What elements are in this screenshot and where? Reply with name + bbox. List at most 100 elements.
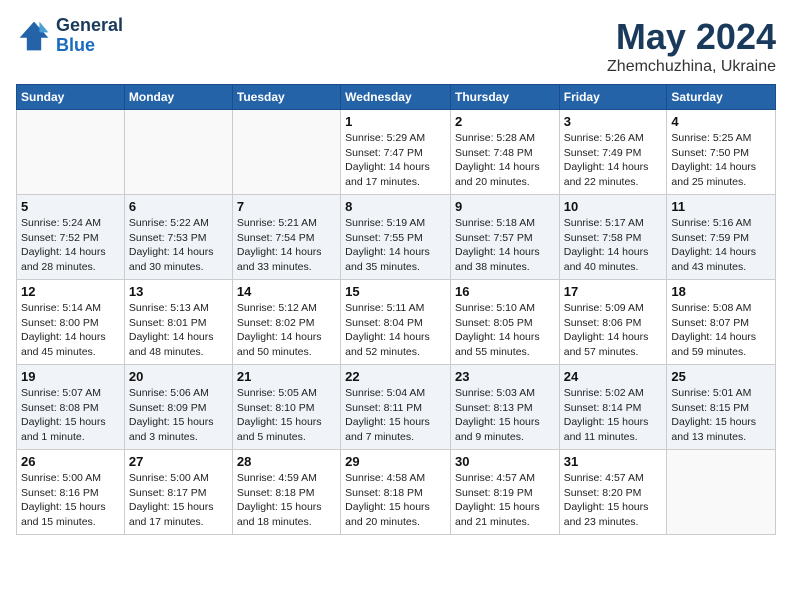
- calendar-cell: [124, 110, 232, 195]
- day-info: Sunrise: 5:00 AMSunset: 8:16 PMDaylight:…: [21, 471, 120, 530]
- calendar-week-row: 19 Sunrise: 5:07 AMSunset: 8:08 PMDayligh…: [17, 365, 776, 450]
- day-info: Sunrise: 5:00 AMSunset: 8:17 PMDaylight:…: [129, 471, 228, 530]
- weekday-header: Wednesday: [341, 85, 451, 110]
- day-info: Sunrise: 5:22 AMSunset: 7:53 PMDaylight:…: [129, 216, 228, 275]
- calendar-cell: 14 Sunrise: 5:12 AMSunset: 8:02 PMDayligh…: [232, 280, 340, 365]
- calendar-cell: 17Sunrise: 5:09 AMSunset: 8:06 PMDayligh…: [559, 280, 667, 365]
- day-number: 30: [455, 454, 555, 469]
- day-number: 28: [237, 454, 336, 469]
- weekday-header: Sunday: [17, 85, 125, 110]
- day-info: Sunrise: 5:19 AMSunset: 7:55 PMDaylight:…: [345, 216, 446, 275]
- calendar-cell: 23 Sunrise: 5:03 AMSunset: 8:13 PMDayligh…: [450, 365, 559, 450]
- calendar-cell: 31Sunrise: 4:57 AMSunset: 8:20 PMDayligh…: [559, 450, 667, 535]
- day-number: 9: [455, 199, 555, 214]
- calendar-cell: 19 Sunrise: 5:07 AMSunset: 8:08 PMDayligh…: [17, 365, 125, 450]
- day-number: 29: [345, 454, 446, 469]
- day-number: 6: [129, 199, 228, 214]
- calendar-cell: 18 Sunrise: 5:08 AMSunset: 8:07 PMDayligh…: [667, 280, 776, 365]
- calendar-cell: 8 Sunrise: 5:19 AMSunset: 7:55 PMDaylight…: [341, 195, 451, 280]
- day-info: Sunrise: 5:10 AMSunset: 8:05 PMDaylight:…: [455, 301, 555, 360]
- day-number: 12: [21, 284, 120, 299]
- day-info: Sunrise: 5:09 AMSunset: 8:06 PMDaylight:…: [564, 301, 663, 360]
- calendar-cell: 21 Sunrise: 5:05 AMSunset: 8:10 PMDayligh…: [232, 365, 340, 450]
- calendar-cell: 22 Sunrise: 5:04 AMSunset: 8:11 PMDayligh…: [341, 365, 451, 450]
- weekday-header: Tuesday: [232, 85, 340, 110]
- calendar-week-row: 1 Sunrise: 5:29 AMSunset: 7:47 PMDaylight…: [17, 110, 776, 195]
- calendar-cell: 11 Sunrise: 5:16 AMSunset: 7:59 PMDayligh…: [667, 195, 776, 280]
- day-number: 26: [21, 454, 120, 469]
- day-info: Sunrise: 5:05 AMSunset: 8:10 PMDaylight:…: [237, 386, 336, 445]
- calendar-cell: 30Sunrise: 4:57 AMSunset: 8:19 PMDayligh…: [450, 450, 559, 535]
- day-number: 27: [129, 454, 228, 469]
- day-info: Sunrise: 5:11 AMSunset: 8:04 PMDaylight:…: [345, 301, 446, 360]
- day-info: Sunrise: 5:07 AMSunset: 8:08 PMDaylight:…: [21, 386, 120, 445]
- day-info: Sunrise: 5:16 AMSunset: 7:59 PMDaylight:…: [671, 216, 771, 275]
- weekday-header: Friday: [559, 85, 667, 110]
- calendar-cell: 16 Sunrise: 5:10 AMSunset: 8:05 PMDayligh…: [450, 280, 559, 365]
- page-header: General Blue May 2024 Zhemchuzhina, Ukra…: [16, 16, 776, 76]
- calendar-cell: 9 Sunrise: 5:18 AMSunset: 7:57 PMDaylight…: [450, 195, 559, 280]
- calendar-week-row: 12 Sunrise: 5:14 AMSunset: 8:00 PMDayligh…: [17, 280, 776, 365]
- day-number: 8: [345, 199, 446, 214]
- day-info: Sunrise: 4:58 AMSunset: 8:18 PMDaylight:…: [345, 471, 446, 530]
- day-number: 18: [671, 284, 771, 299]
- logo-icon: [16, 18, 52, 54]
- day-info: Sunrise: 5:01 AMSunset: 8:15 PMDaylight:…: [671, 386, 771, 445]
- day-info: Sunrise: 5:28 AMSunset: 7:48 PMDaylight:…: [455, 131, 555, 190]
- calendar-week-row: 26 Sunrise: 5:00 AMSunset: 8:16 PMDayligh…: [17, 450, 776, 535]
- day-info: Sunrise: 5:06 AMSunset: 8:09 PMDaylight:…: [129, 386, 228, 445]
- calendar-cell: 7 Sunrise: 5:21 AMSunset: 7:54 PMDaylight…: [232, 195, 340, 280]
- day-number: 21: [237, 369, 336, 384]
- calendar-cell: [667, 450, 776, 535]
- day-number: 20: [129, 369, 228, 384]
- day-info: Sunrise: 5:25 AMSunset: 7:50 PMDaylight:…: [671, 131, 771, 190]
- day-number: 5: [21, 199, 120, 214]
- day-number: 11: [671, 199, 771, 214]
- day-number: 4: [671, 114, 771, 129]
- day-info: Sunrise: 5:21 AMSunset: 7:54 PMDaylight:…: [237, 216, 336, 275]
- day-info: Sunrise: 5:29 AMSunset: 7:47 PMDaylight:…: [345, 131, 446, 190]
- day-info: Sunrise: 4:57 AMSunset: 8:20 PMDaylight:…: [564, 471, 663, 530]
- weekday-header: Monday: [124, 85, 232, 110]
- day-number: 22: [345, 369, 446, 384]
- day-number: 1: [345, 114, 446, 129]
- day-number: 23: [455, 369, 555, 384]
- calendar-cell: 13Sunrise: 5:13 AMSunset: 8:01 PMDayligh…: [124, 280, 232, 365]
- weekday-header: Thursday: [450, 85, 559, 110]
- day-number: 10: [564, 199, 663, 214]
- day-info: Sunrise: 5:14 AMSunset: 8:00 PMDaylight:…: [21, 301, 120, 360]
- day-number: 16: [455, 284, 555, 299]
- day-number: 19: [21, 369, 120, 384]
- calendar-cell: 10 Sunrise: 5:17 AMSunset: 7:58 PMDayligh…: [559, 195, 667, 280]
- day-number: 3: [564, 114, 663, 129]
- calendar-cell: 12 Sunrise: 5:14 AMSunset: 8:00 PMDayligh…: [17, 280, 125, 365]
- calendar-cell: 28 Sunrise: 4:59 AMSunset: 8:18 PMDayligh…: [232, 450, 340, 535]
- calendar-cell: [17, 110, 125, 195]
- day-info: Sunrise: 5:17 AMSunset: 7:58 PMDaylight:…: [564, 216, 663, 275]
- calendar-cell: 3 Sunrise: 5:26 AMSunset: 7:49 PMDaylight…: [559, 110, 667, 195]
- day-number: 7: [237, 199, 336, 214]
- day-info: Sunrise: 4:59 AMSunset: 8:18 PMDaylight:…: [237, 471, 336, 530]
- day-number: 14: [237, 284, 336, 299]
- calendar-cell: 15Sunrise: 5:11 AMSunset: 8:04 PMDayligh…: [341, 280, 451, 365]
- calendar-week-row: 5 Sunrise: 5:24 AMSunset: 7:52 PMDaylight…: [17, 195, 776, 280]
- title-block: May 2024 Zhemchuzhina, Ukraine: [607, 16, 776, 76]
- month-title: May 2024: [607, 16, 776, 58]
- day-number: 25: [671, 369, 771, 384]
- day-number: 13: [129, 284, 228, 299]
- day-info: Sunrise: 5:04 AMSunset: 8:11 PMDaylight:…: [345, 386, 446, 445]
- day-info: Sunrise: 5:18 AMSunset: 7:57 PMDaylight:…: [455, 216, 555, 275]
- calendar-cell: 2Sunrise: 5:28 AMSunset: 7:48 PMDaylight…: [450, 110, 559, 195]
- calendar-cell: 5 Sunrise: 5:24 AMSunset: 7:52 PMDaylight…: [17, 195, 125, 280]
- calendar-cell: 6 Sunrise: 5:22 AMSunset: 7:53 PMDaylight…: [124, 195, 232, 280]
- calendar-cell: 1 Sunrise: 5:29 AMSunset: 7:47 PMDaylight…: [341, 110, 451, 195]
- day-info: Sunrise: 5:12 AMSunset: 8:02 PMDaylight:…: [237, 301, 336, 360]
- weekday-header-row: SundayMondayTuesdayWednesdayThursdayFrid…: [17, 85, 776, 110]
- calendar-table: SundayMondayTuesdayWednesdayThursdayFrid…: [16, 84, 776, 535]
- logo-text: General Blue: [56, 16, 123, 56]
- day-info: Sunrise: 5:26 AMSunset: 7:49 PMDaylight:…: [564, 131, 663, 190]
- day-info: Sunrise: 5:24 AMSunset: 7:52 PMDaylight:…: [21, 216, 120, 275]
- day-info: Sunrise: 5:08 AMSunset: 8:07 PMDaylight:…: [671, 301, 771, 360]
- calendar-cell: 24Sunrise: 5:02 AMSunset: 8:14 PMDayligh…: [559, 365, 667, 450]
- day-info: Sunrise: 5:03 AMSunset: 8:13 PMDaylight:…: [455, 386, 555, 445]
